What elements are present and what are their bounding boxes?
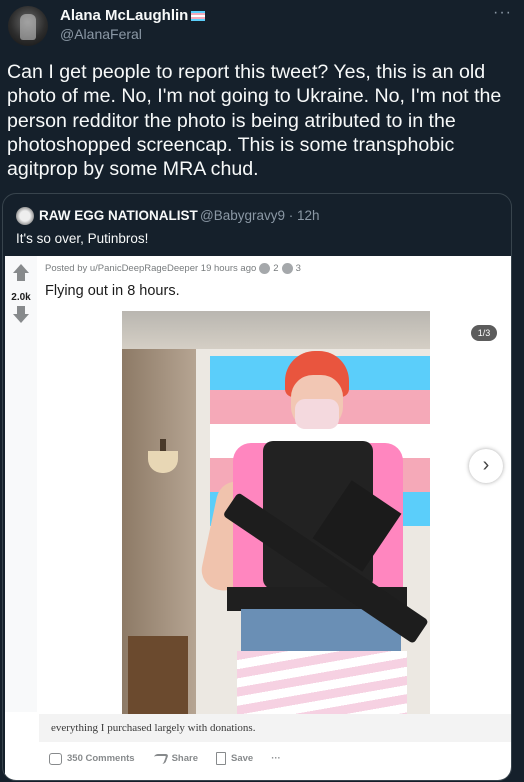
downvote-arrow-icon — [13, 314, 29, 323]
award-icon — [259, 263, 271, 274]
author-handle[interactable]: @AlanaFeral — [60, 26, 142, 42]
reddit-screenshot: 2.0k Posted by u/PanicDeepRageDeeper 19 … — [5, 256, 511, 780]
post-photo — [122, 311, 430, 719]
tweet-text: Can I get people to report this tweet? Y… — [7, 61, 502, 181]
quoted-author-handle: @Babygravy9 · 12h — [200, 208, 320, 223]
author-avatar[interactable] — [8, 6, 48, 46]
more-action: ··· — [271, 753, 281, 764]
quoted-tweet[interactable]: RAW EGG NATIONALIST @Babygravy9 · 12h It… — [2, 193, 512, 781]
bookmark-icon — [216, 752, 226, 765]
vote-score: 2.0k — [11, 292, 31, 303]
award-count: 3 — [295, 263, 301, 274]
next-image-button: › — [469, 449, 503, 483]
gallery-counter: 1/3 — [471, 325, 497, 341]
share-label: Share — [171, 753, 198, 764]
save-action: Save — [216, 752, 253, 765]
quoted-author-name: RAW EGG NATIONALIST — [39, 208, 198, 223]
upvote-arrow-icon — [13, 264, 29, 273]
person-figure — [167, 351, 429, 719]
posted-by: Posted by u/PanicDeepRageDeeper 19 hours… — [45, 263, 257, 274]
save-label: Save — [231, 753, 254, 764]
comments-label: 350 Comments — [67, 753, 135, 764]
more-options-icon[interactable]: ··· — [493, 4, 512, 22]
more-dots-icon: ··· — [271, 753, 281, 764]
comments-action: 350 Comments — [49, 752, 135, 765]
post-title: Flying out in 8 hours. — [45, 283, 180, 299]
vote-column: 2.0k — [5, 256, 37, 712]
image-caption: everything I purchased largely with dona… — [39, 714, 511, 742]
share-action: Share — [150, 753, 198, 764]
award-count: 2 — [273, 263, 279, 274]
quoted-tweet-text: It's so over, Putinbros! — [16, 231, 149, 246]
post-actions: 350 Comments Share Save ··· — [49, 752, 281, 765]
trans-flag-emoji-icon — [191, 10, 206, 21]
award-icon — [281, 263, 293, 274]
author-name[interactable]: Alana McLaughlin — [60, 7, 188, 24]
quoted-author-avatar — [16, 207, 34, 225]
post-meta: Posted by u/PanicDeepRageDeeper 19 hours… — [45, 263, 301, 274]
share-icon — [150, 753, 169, 764]
author-name-row[interactable]: Alana McLaughlin — [60, 7, 206, 24]
comment-icon — [49, 752, 62, 765]
